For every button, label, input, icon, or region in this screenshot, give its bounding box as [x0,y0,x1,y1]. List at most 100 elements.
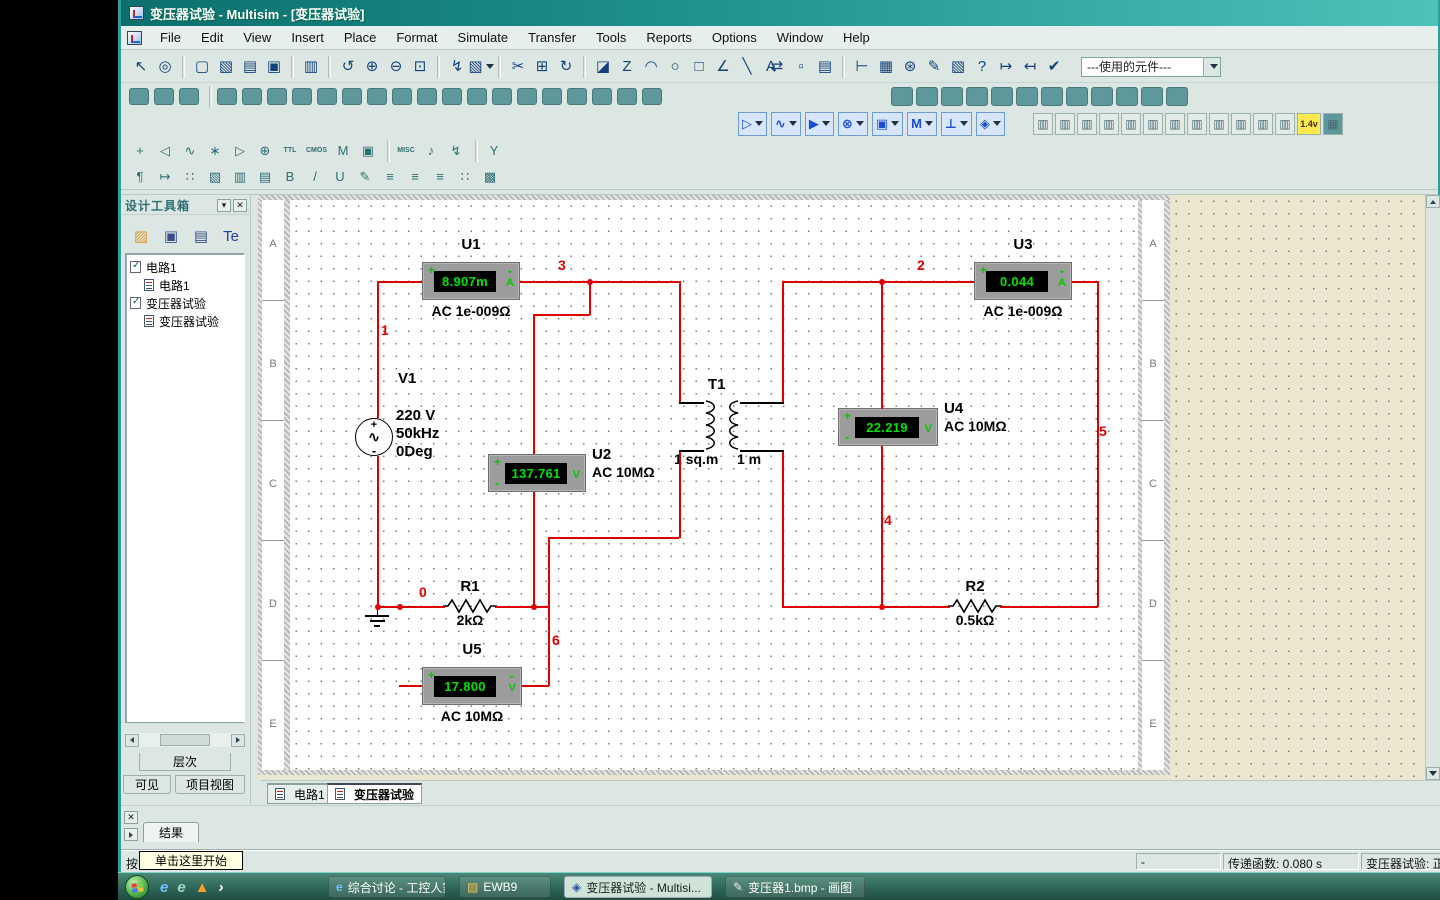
instrument-button[interactable]: ▥ [1209,113,1229,135]
component-slot-button[interactable] [567,88,587,105]
component-slot-button[interactable] [392,88,412,105]
instrument-button[interactable]: ▥ [1275,113,1295,135]
start-button[interactable] [125,875,149,899]
ellipse-tool-icon[interactable]: ○ [663,55,687,79]
arc-tool-icon[interactable]: ◠ [639,55,663,79]
checkbox-icon[interactable] [130,261,141,273]
analog-virtual-icon[interactable]: ⊕ [254,141,276,161]
instrument-button[interactable]: ▥ [1165,113,1185,135]
menu-item-help[interactable]: Help [833,27,880,48]
save-project-icon[interactable]: ▣ [161,226,181,246]
edit-symbol-icon[interactable]: ✎ [922,55,946,79]
component-slot-button[interactable] [1166,87,1188,106]
menu-item-reports[interactable]: Reports [636,27,702,48]
probe-tool-icon[interactable]: ↖ [129,55,153,79]
component-slot-button[interactable] [317,88,337,105]
component-slot-button[interactable] [417,88,437,105]
instrument-button[interactable]: ▥ [1121,113,1141,135]
analog-family-icon[interactable]: ▷ [738,112,767,136]
hierarchy-icon[interactable]: ⊢ [850,55,874,79]
component-slot-button[interactable] [1141,87,1163,106]
multimeter-u1[interactable]: + - A 8.907m [422,262,520,300]
clipboard-icon[interactable]: ▥ [229,167,251,187]
menu-item-format[interactable]: Format [386,27,447,48]
taskbar-button[interactable]: e综合讨论 - 工控人家... [328,876,446,898]
cmos-icon[interactable]: CMOS [304,141,329,161]
component-slot-button[interactable] [1091,87,1113,106]
menu-item-edit[interactable]: Edit [191,27,233,48]
component-slot-button[interactable] [916,87,938,106]
component-slot-button[interactable] [617,88,637,105]
component-slot-button[interactable] [492,88,512,105]
component-slot-button[interactable] [941,87,963,106]
scroll-right-icon[interactable] [231,734,245,747]
taskbar-button[interactable]: ◈变压器试验 - Multisi... [564,876,712,898]
title-bar[interactable]: 变压器试验 - Multisim - [变压器试验] [121,0,1438,26]
menu-item-view[interactable]: View [233,27,281,48]
underline-icon[interactable]: U [329,167,351,187]
tree-subitem[interactable]: 变压器试验 [128,312,242,330]
power-source-icon[interactable]: + [129,141,151,161]
instrument-button[interactable]: ▥ [1099,113,1119,135]
results-close-icon[interactable]: ✕ [124,811,138,824]
place-part-icon[interactable]: ◪ [591,55,615,79]
new-file-icon[interactable]: ▢ [190,55,214,79]
copy-icon[interactable]: ⊞ [530,55,554,79]
rect-tool-icon[interactable]: □ [687,55,711,79]
component-slot-button[interactable] [129,88,149,105]
multimeter-u4[interactable]: + - V 22.219 [838,408,938,446]
menu-item-tools[interactable]: Tools [586,27,636,48]
instrument-button[interactable]: ▥ [1187,113,1207,135]
component-slot-button[interactable] [342,88,362,105]
vertical-scrollbar[interactable] [1425,195,1440,780]
basic-virtual-icon[interactable]: ∿ [179,141,201,161]
component-slot-button[interactable] [966,87,988,106]
rated-virtual-icon[interactable]: ∗ [204,141,226,161]
component-slot-button[interactable] [179,88,199,105]
menu-item-file[interactable]: File [150,27,191,48]
zoom-in-icon[interactable]: ⊕ [360,55,384,79]
zoom-q-icon[interactable]: ◎ [153,55,177,79]
in-use-components-dropdown[interactable]: ---使用的元件--- [1081,57,1221,77]
cut-icon[interactable]: ✂ [506,55,530,79]
component-slot-button[interactable] [154,88,174,105]
misc-family-icon[interactable]: M [907,112,937,136]
project-view-tab[interactable]: 项目视图 [175,775,245,794]
component-slot-button[interactable] [267,88,287,105]
tree-subitem[interactable]: 电路1 [128,276,242,294]
resistor-r2[interactable] [948,598,1002,614]
polyline-tool-icon[interactable]: ∠ [711,55,735,79]
taskbar-button[interactable]: ✎变压器1.bmp - 画图 [725,876,865,898]
run-simulation-icon[interactable]: ↯ [445,55,469,79]
paragraph-icon[interactable]: ¶ [129,167,151,187]
transistor-family-icon[interactable]: ⊗ [838,112,868,136]
diode-virtual-icon[interactable]: ▷ [229,141,251,161]
basic-family-icon[interactable]: ∿ [771,112,801,136]
scroll-left-icon[interactable] [125,734,139,747]
browser-icon[interactable]: e [177,880,185,895]
indicator-family-icon[interactable]: ▣ [872,112,903,136]
component-slot-button[interactable] [642,88,662,105]
instrument-button[interactable]: ▥ [1033,113,1053,135]
instrument-button[interactable]: ▦ [1323,113,1343,135]
indicator-icon[interactable]: ▣ [357,141,379,161]
instrument-button[interactable]: ▥ [1077,113,1097,135]
print-icon[interactable]: ▤ [238,55,262,79]
ie-icon[interactable]: e [160,880,168,895]
help-icon[interactable]: ? [970,55,994,79]
component-slot-button[interactable] [1041,87,1063,106]
component-slot-button[interactable] [1016,87,1038,106]
component-slot-button[interactable] [517,88,537,105]
component-slot-button[interactable] [217,88,237,105]
sheet-tab-circuit1[interactable]: 电路1 [267,783,333,804]
picture-icon[interactable]: ▧ [204,167,226,187]
component-slot-button[interactable] [542,88,562,105]
multimeter-u2[interactable]: + - V 137.761 [488,454,586,492]
ac-voltage-source-v1[interactable]: + ∿ - [355,418,393,456]
back-annotate-icon[interactable]: ↤ [1018,55,1042,79]
color-balls-icon[interactable]: ∷ [179,167,201,187]
tree-item[interactable]: 电路1 [128,258,242,276]
undo-icon[interactable]: ↺ [336,55,360,79]
doc-icon[interactable]: ▤ [254,167,276,187]
open-file-icon[interactable]: ▧ [214,55,238,79]
